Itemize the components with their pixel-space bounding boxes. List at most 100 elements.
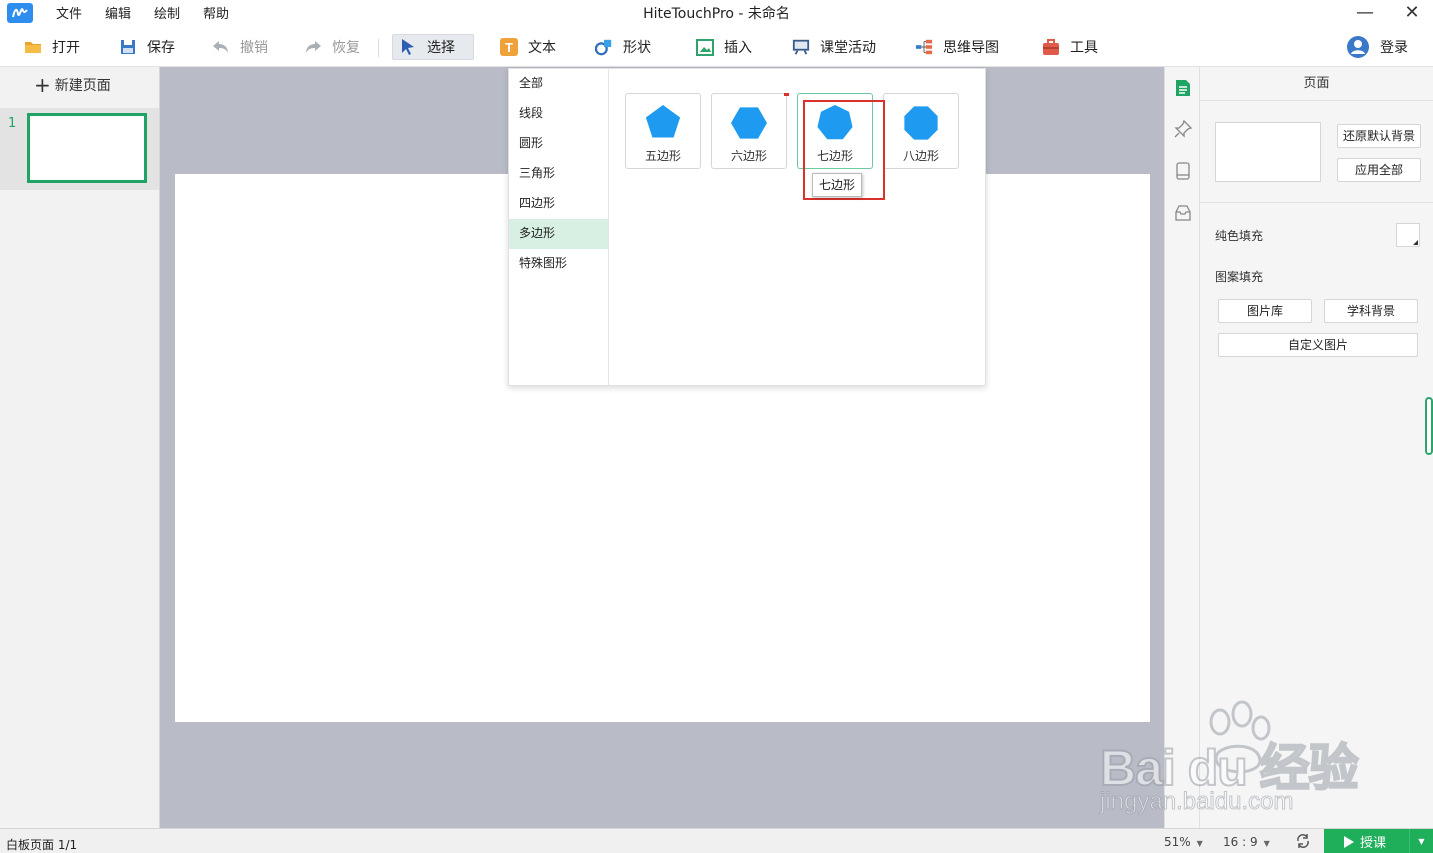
category-special[interactable]: 特殊图形	[509, 249, 608, 279]
toolbar: 打开 保存 撤销 恢复 选择 T 文本 形状 插入 课堂活动 思维导图 工具 登…	[0, 25, 1433, 67]
page-thumbnail	[27, 113, 147, 183]
undo-button[interactable]: 撤销	[206, 34, 274, 60]
category-circle[interactable]: 圆形	[509, 129, 608, 159]
title-bar: 文件 编辑 绘制 帮助 HiteTouchPro - 未命名 — ✕	[0, 0, 1433, 25]
cursor-arrow-icon	[399, 38, 417, 56]
aspect-ratio-value: 16 : 9	[1223, 835, 1258, 849]
mind-map-icon	[915, 38, 933, 56]
menu-file[interactable]: 文件	[56, 3, 82, 22]
insert-image-icon	[696, 38, 714, 56]
shape-label: 形状	[623, 40, 651, 56]
shape-octagon[interactable]: 八边形	[883, 93, 959, 169]
toolbox-icon	[1042, 38, 1060, 56]
save-button[interactable]: 保存	[113, 34, 181, 60]
pattern-fill-label: 图案填充	[1215, 270, 1264, 284]
class-activity-button[interactable]: 课堂活动	[786, 34, 882, 60]
login-button[interactable]: 登录	[1340, 34, 1414, 60]
sync-icon[interactable]	[1295, 833, 1311, 852]
category-quadrilateral[interactable]: 四边形	[509, 189, 608, 219]
teach-label: 授课	[1360, 836, 1387, 851]
toolbar-divider	[378, 39, 379, 57]
zoom-select[interactable]: 51% ▼	[1164, 835, 1203, 849]
status-bar: 白板页面 1/1 51% ▼ 16 : 9 ▼ 授课 ▼	[0, 828, 1433, 853]
pentagon-icon	[645, 105, 681, 138]
open-label: 打开	[52, 40, 80, 56]
shape-tooltip: 七边形	[812, 173, 863, 197]
fill-color-picker[interactable]	[1396, 223, 1420, 247]
panel-scroll-handle[interactable]	[1425, 397, 1433, 455]
zoom-value: 51%	[1164, 835, 1191, 849]
select-button[interactable]: 选择	[392, 34, 474, 60]
category-line[interactable]: 线段	[509, 99, 608, 129]
category-polygon[interactable]: 多边形	[509, 219, 608, 249]
custom-image-button[interactable]: 自定义图片	[1218, 333, 1418, 357]
restore-default-bg-button[interactable]: 还原默认背景	[1337, 124, 1421, 148]
undo-label: 撤销	[240, 40, 268, 56]
text-icon: T	[500, 38, 518, 56]
menu-help[interactable]: 帮助	[203, 3, 229, 22]
chevron-down-icon: ▼	[1263, 839, 1270, 848]
mind-map-button[interactable]: 思维导图	[909, 34, 1005, 60]
shape-hexagon[interactable]: 六边形	[711, 93, 787, 169]
pentagon-label: 五边形	[644, 149, 681, 163]
new-page-button[interactable]: + 新建页面	[34, 75, 111, 95]
aspect-ratio-select[interactable]: 16 : 9 ▼	[1223, 835, 1270, 849]
shapes-icon	[595, 38, 613, 56]
redo-button[interactable]: 恢复	[298, 34, 366, 60]
pin-icon[interactable]	[1173, 119, 1193, 139]
page-properties-panel: 页面 还原默认背景 应用全部 纯色填充 图案填充 图片库 学科背景 自定义图片	[1200, 67, 1433, 828]
tools-button[interactable]: 工具	[1036, 34, 1104, 60]
app-logo-icon[interactable]	[7, 2, 33, 23]
subject-background-button[interactable]: 学科背景	[1324, 299, 1418, 323]
insert-label: 插入	[724, 40, 752, 56]
svg-text:T: T	[505, 40, 513, 55]
select-label: 选择	[427, 40, 455, 56]
shape-button[interactable]: 形状	[589, 34, 657, 60]
redo-icon	[304, 38, 322, 56]
close-button[interactable]: ✕	[1392, 0, 1432, 25]
folder-icon	[24, 38, 42, 56]
page-info: 白板页面 1/1	[6, 838, 78, 852]
mind-map-label: 思维导图	[943, 40, 999, 56]
teach-dropdown-icon[interactable]: ▼	[1409, 829, 1433, 853]
hexagon-label: 六边形	[730, 149, 767, 163]
teach-button[interactable]: 授课 ▼	[1324, 829, 1433, 853]
annotation-mark	[784, 93, 789, 96]
text-button[interactable]: T 文本	[494, 34, 562, 60]
menu-edit[interactable]: 编辑	[105, 3, 131, 22]
class-activity-label: 课堂活动	[820, 40, 876, 56]
pages-panel: + 新建页面 1	[0, 67, 160, 828]
page-properties-icon[interactable]	[1173, 78, 1193, 98]
redo-label: 恢复	[332, 40, 360, 56]
shape-category-list: 全部 线段 圆形 三角形 四边形 多边形 特殊图形	[509, 69, 609, 385]
shape-dropdown-panel: 全部 线段 圆形 三角形 四边形 多边形 特殊图形 五边形 六边形 七边形 八边…	[508, 68, 986, 386]
octagon-icon	[904, 106, 938, 140]
shape-pentagon[interactable]: 五边形	[625, 93, 701, 169]
archive-icon[interactable]	[1173, 203, 1193, 223]
open-button[interactable]: 打开	[18, 34, 86, 60]
insert-button[interactable]: 插入	[690, 34, 758, 60]
divider	[1200, 202, 1433, 203]
octagon-label: 八边形	[902, 149, 939, 163]
save-icon	[119, 38, 137, 56]
side-icon-strip	[1164, 67, 1200, 828]
props-title: 页面	[1200, 67, 1433, 101]
plus-icon: +	[34, 73, 51, 97]
page-thumbnail-item[interactable]: 1	[0, 108, 159, 190]
book-icon[interactable]	[1173, 161, 1193, 181]
image-library-button[interactable]: 图片库	[1218, 299, 1312, 323]
menu-draw[interactable]: 绘制	[154, 3, 180, 22]
tools-label: 工具	[1070, 40, 1098, 56]
apply-all-button[interactable]: 应用全部	[1337, 158, 1421, 182]
background-preview	[1215, 122, 1321, 182]
minimize-button[interactable]: —	[1345, 0, 1385, 25]
category-all[interactable]: 全部	[509, 69, 608, 99]
user-avatar-icon	[1346, 35, 1370, 59]
play-icon	[1344, 835, 1354, 848]
classroom-board-icon	[792, 38, 810, 56]
solid-fill-label: 纯色填充	[1215, 229, 1264, 243]
page-number: 1	[8, 116, 17, 131]
hexagon-icon	[731, 107, 767, 139]
login-label: 登录	[1380, 40, 1408, 56]
category-triangle[interactable]: 三角形	[509, 159, 608, 189]
